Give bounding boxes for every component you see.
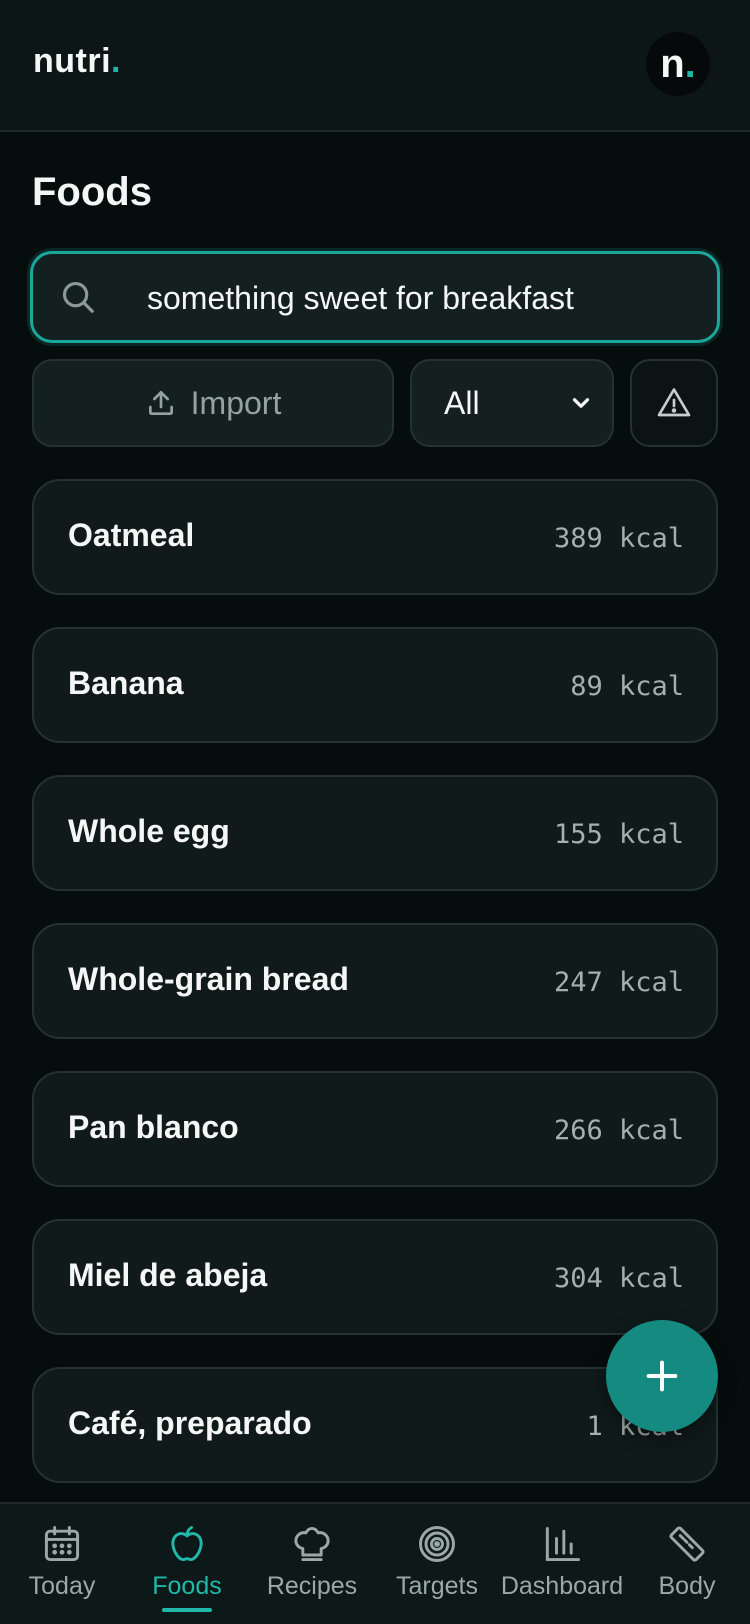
food-item[interactable]: Banana 89 kcal	[32, 627, 718, 743]
food-kcal: 89 kcal	[570, 671, 684, 702]
apple-icon	[171, 1526, 203, 1562]
nav-label: Recipes	[266, 1572, 358, 1600]
nav-item-targets[interactable]: Targets	[375, 1522, 499, 1622]
nav-label: Foods	[152, 1572, 222, 1600]
nav-item-recipes[interactable]: Recipes	[250, 1522, 374, 1622]
avatar[interactable]: n.	[646, 32, 710, 96]
search-icon	[62, 281, 94, 313]
nav-label: Body	[658, 1572, 716, 1600]
food-name: Banana	[68, 665, 184, 701]
bottom-nav: Today Foods Recipes Targets Dashboard Bo…	[0, 1502, 750, 1624]
upload-icon	[148, 391, 173, 415]
food-name: Café, preparado	[68, 1405, 312, 1441]
active-tab-indicator	[162, 1608, 212, 1612]
target-icon	[419, 1526, 455, 1562]
add-food-button[interactable]	[606, 1320, 718, 1432]
calendar-icon	[44, 1526, 80, 1562]
nav-item-today[interactable]: Today	[0, 1522, 124, 1622]
search-input[interactable]	[115, 268, 727, 328]
food-item[interactable]: Whole-grain bread 247 kcal	[32, 923, 718, 1039]
top-header: nutri. n.	[0, 0, 750, 132]
nav-item-dashboard[interactable]: Dashboard	[500, 1522, 624, 1622]
nav-label: Targets	[396, 1572, 478, 1600]
food-item[interactable]: Pan blanco 266 kcal	[32, 1071, 718, 1187]
warnings-button[interactable]	[630, 359, 718, 447]
food-name: Oatmeal	[68, 517, 195, 553]
bar-chart-icon	[545, 1526, 580, 1562]
app-root: nutri. n. Foods Import All	[0, 0, 750, 1624]
food-name: Whole egg	[68, 813, 230, 849]
nav-label: Today	[28, 1572, 96, 1600]
food-kcal: 389 kcal	[553, 523, 684, 554]
food-item[interactable]: Oatmeal 389 kcal	[32, 479, 718, 595]
chevron-down-icon	[572, 398, 590, 408]
import-label: Import	[190, 384, 282, 421]
page-title: Foods	[32, 170, 152, 214]
import-button[interactable]: Import	[32, 359, 394, 447]
food-name: Miel de abeja	[68, 1257, 268, 1293]
nav-item-foods[interactable]: Foods	[125, 1522, 249, 1622]
brand-dot: .	[111, 42, 121, 80]
food-name: Whole-grain bread	[68, 961, 349, 997]
food-name: Pan blanco	[68, 1109, 239, 1145]
brand-name: nutri	[33, 42, 112, 80]
warning-triangle-icon	[657, 388, 691, 417]
filter-selected-value: All	[444, 384, 480, 421]
brand-logo[interactable]: nutri.	[33, 42, 121, 81]
food-kcal: 304 kcal	[553, 1263, 684, 1294]
ruler-icon	[669, 1526, 705, 1562]
plus-icon	[646, 1360, 678, 1392]
avatar-letter: n	[660, 42, 685, 86]
search-box[interactable]	[30, 251, 727, 343]
nav-item-body[interactable]: Body	[625, 1522, 749, 1622]
chef-hat-icon	[294, 1526, 330, 1562]
food-kcal: 247 kcal	[553, 967, 684, 998]
avatar-dot: .	[684, 42, 696, 86]
filter-select[interactable]: All	[410, 359, 614, 447]
food-kcal: 266 kcal	[553, 1115, 684, 1146]
nav-label: Dashboard	[500, 1572, 624, 1600]
food-kcal: 155 kcal	[553, 819, 684, 850]
food-item[interactable]: Whole egg 155 kcal	[32, 775, 718, 891]
food-item[interactable]: Miel de abeja 304 kcal	[32, 1219, 718, 1335]
